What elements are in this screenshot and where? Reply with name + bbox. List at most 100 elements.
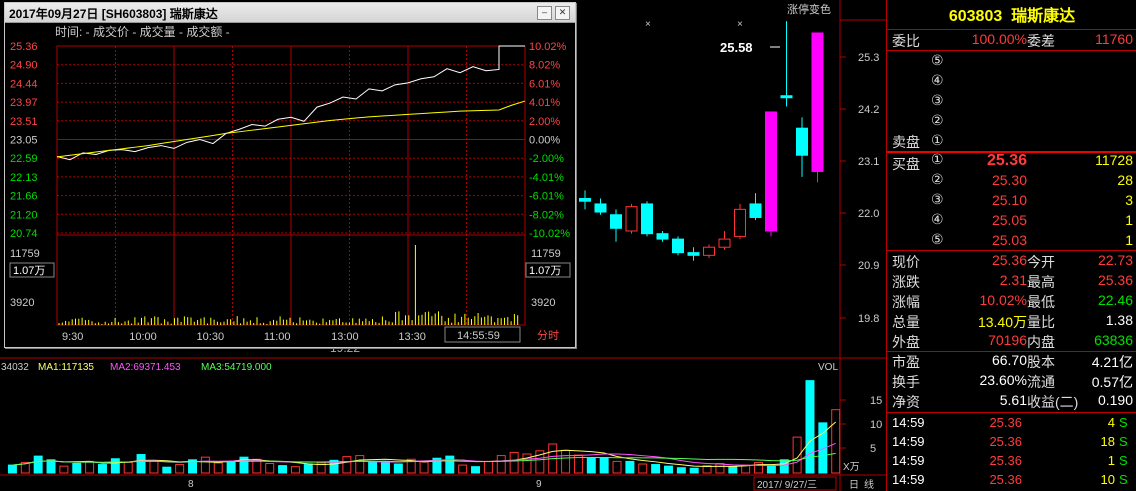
vol-label: VOL xyxy=(818,362,838,373)
volume-bar[interactable] xyxy=(664,466,672,473)
volume-bar[interactable] xyxy=(613,461,621,473)
volume-bar[interactable] xyxy=(86,461,94,473)
candle-body[interactable] xyxy=(642,204,653,234)
volume-bar[interactable] xyxy=(279,466,287,473)
intraday-price-tick: 20.74 xyxy=(10,228,38,240)
tab-day[interactable]: 日 xyxy=(849,480,859,491)
volume-bar[interactable] xyxy=(60,466,68,473)
intraday-time-tick: 10:00 xyxy=(129,331,157,343)
volume-bar[interactable] xyxy=(98,465,106,473)
volume-bar[interactable] xyxy=(343,457,351,473)
volume-bar[interactable] xyxy=(34,456,42,473)
candle-body[interactable] xyxy=(688,253,699,256)
tab-line[interactable]: 线 xyxy=(864,478,874,491)
vol-ma1: MA1:117135 xyxy=(38,362,94,373)
volume-bar[interactable] xyxy=(626,461,634,473)
volume-bar[interactable] xyxy=(111,459,119,473)
candle-body[interactable] xyxy=(595,204,606,212)
stat-label: 现价 xyxy=(892,252,920,272)
kline-candles[interactable] xyxy=(580,21,824,261)
mode-label[interactable]: 分时 xyxy=(537,329,559,342)
close-icon[interactable]: ✕ xyxy=(555,6,570,20)
volume-bar[interactable] xyxy=(767,466,775,473)
vol-ma2: MA2:69371.453 xyxy=(110,362,181,373)
volume-bar[interactable] xyxy=(381,461,389,473)
candle-body[interactable] xyxy=(673,239,684,253)
volume-bar[interactable] xyxy=(291,467,299,473)
sell-level-index: ④ xyxy=(931,73,944,89)
candle-body[interactable] xyxy=(735,209,746,236)
candle-body[interactable] xyxy=(704,247,715,255)
stat-value: 22.73 xyxy=(1067,252,1133,268)
intraday-chart[interactable]: 25.36 24.90 24.44 23.97 23.51 23.05 22.59 22.13… xyxy=(5,22,575,347)
candle-body[interactable] xyxy=(766,112,777,231)
candle-body[interactable] xyxy=(657,234,668,239)
stat-label: 总量 xyxy=(892,312,920,332)
popup-titlebar[interactable]: 2017年09月27日 [SH603803] 瑞斯康达 – ✕ xyxy=(5,3,575,23)
volume-bar[interactable] xyxy=(8,465,16,473)
volume-bar[interactable] xyxy=(47,460,55,473)
stat-value: 1.38 xyxy=(1067,312,1133,328)
volume-bar[interactable] xyxy=(163,467,171,473)
volume-bar[interactable] xyxy=(73,464,81,474)
volume-bar[interactable] xyxy=(510,452,518,473)
candle-body[interactable] xyxy=(580,199,591,202)
volume-bar[interactable] xyxy=(806,381,814,473)
stock-name: 瑞斯康达 xyxy=(1011,8,1075,25)
volume-bar[interactable] xyxy=(201,457,209,473)
fund-label: 流通 xyxy=(1027,372,1055,392)
volume-bar[interactable] xyxy=(369,462,377,473)
volume-bar[interactable] xyxy=(472,467,480,473)
volume-bar[interactable] xyxy=(600,458,608,473)
volume-bar[interactable] xyxy=(587,458,595,473)
candle-body[interactable] xyxy=(611,215,622,229)
kline-header-label[interactable]: 涨停变色 xyxy=(787,2,831,16)
volume-bar[interactable] xyxy=(484,461,492,473)
stat-value: 10.02% xyxy=(947,292,1027,308)
stat-label: 量比 xyxy=(1027,312,1055,332)
x-label-month: 9 xyxy=(536,479,542,490)
volume-bar[interactable] xyxy=(124,462,132,473)
volume-bar[interactable] xyxy=(227,462,235,473)
candle-body[interactable] xyxy=(626,207,637,231)
volume-bar[interactable] xyxy=(677,468,685,473)
volume-bar[interactable] xyxy=(690,468,698,473)
volume-bar[interactable] xyxy=(755,462,763,473)
volume-bar[interactable] xyxy=(729,467,737,473)
tick-time: 14:59 xyxy=(892,415,925,430)
volume-bar[interactable] xyxy=(150,461,158,473)
volume-bar[interactable] xyxy=(266,464,274,474)
time-readout: 14:55:59 xyxy=(457,330,500,342)
kline-price-tick: 25.3 xyxy=(858,52,879,64)
volume-bar[interactable] xyxy=(832,410,840,473)
candle-body[interactable] xyxy=(750,204,761,218)
candle-body[interactable] xyxy=(812,33,823,171)
volume-bar[interactable] xyxy=(562,450,570,473)
intraday-popup-window[interactable]: 2017年09月27日 [SH603803] 瑞斯康达 – ✕ 25.36 24.… xyxy=(4,2,576,348)
volume-bar[interactable] xyxy=(639,464,647,473)
volume-bar[interactable] xyxy=(137,455,145,473)
volume-bar[interactable] xyxy=(214,463,222,473)
volume-bar[interactable] xyxy=(497,456,505,473)
volume-bar[interactable] xyxy=(780,460,788,473)
volume-bar[interactable] xyxy=(176,465,184,473)
intraday-pct-tick: 4.01% xyxy=(529,97,560,109)
buy-price: 25.10 xyxy=(967,192,1027,208)
volume-bar[interactable] xyxy=(652,465,660,473)
minimize-icon[interactable]: – xyxy=(537,6,552,20)
volume-bar[interactable] xyxy=(459,465,467,473)
x-label-month: 8 xyxy=(188,479,194,490)
tick-side: S xyxy=(1119,453,1128,468)
volume-bar[interactable] xyxy=(716,464,724,474)
volume-bar[interactable] xyxy=(356,456,364,473)
candle-body[interactable] xyxy=(797,128,808,155)
intraday-pct-tick: 6.01% xyxy=(529,78,560,90)
candle-body[interactable] xyxy=(781,96,792,98)
volume-bar[interactable] xyxy=(420,462,428,473)
intraday-price-tick: 22.59 xyxy=(10,153,38,165)
volume-bar[interactable] xyxy=(304,465,312,473)
volume-bar[interactable] xyxy=(394,464,402,473)
buy-volume: 1 xyxy=(1067,212,1133,228)
volume-bar[interactable] xyxy=(446,456,454,473)
candle-body[interactable] xyxy=(719,239,730,247)
